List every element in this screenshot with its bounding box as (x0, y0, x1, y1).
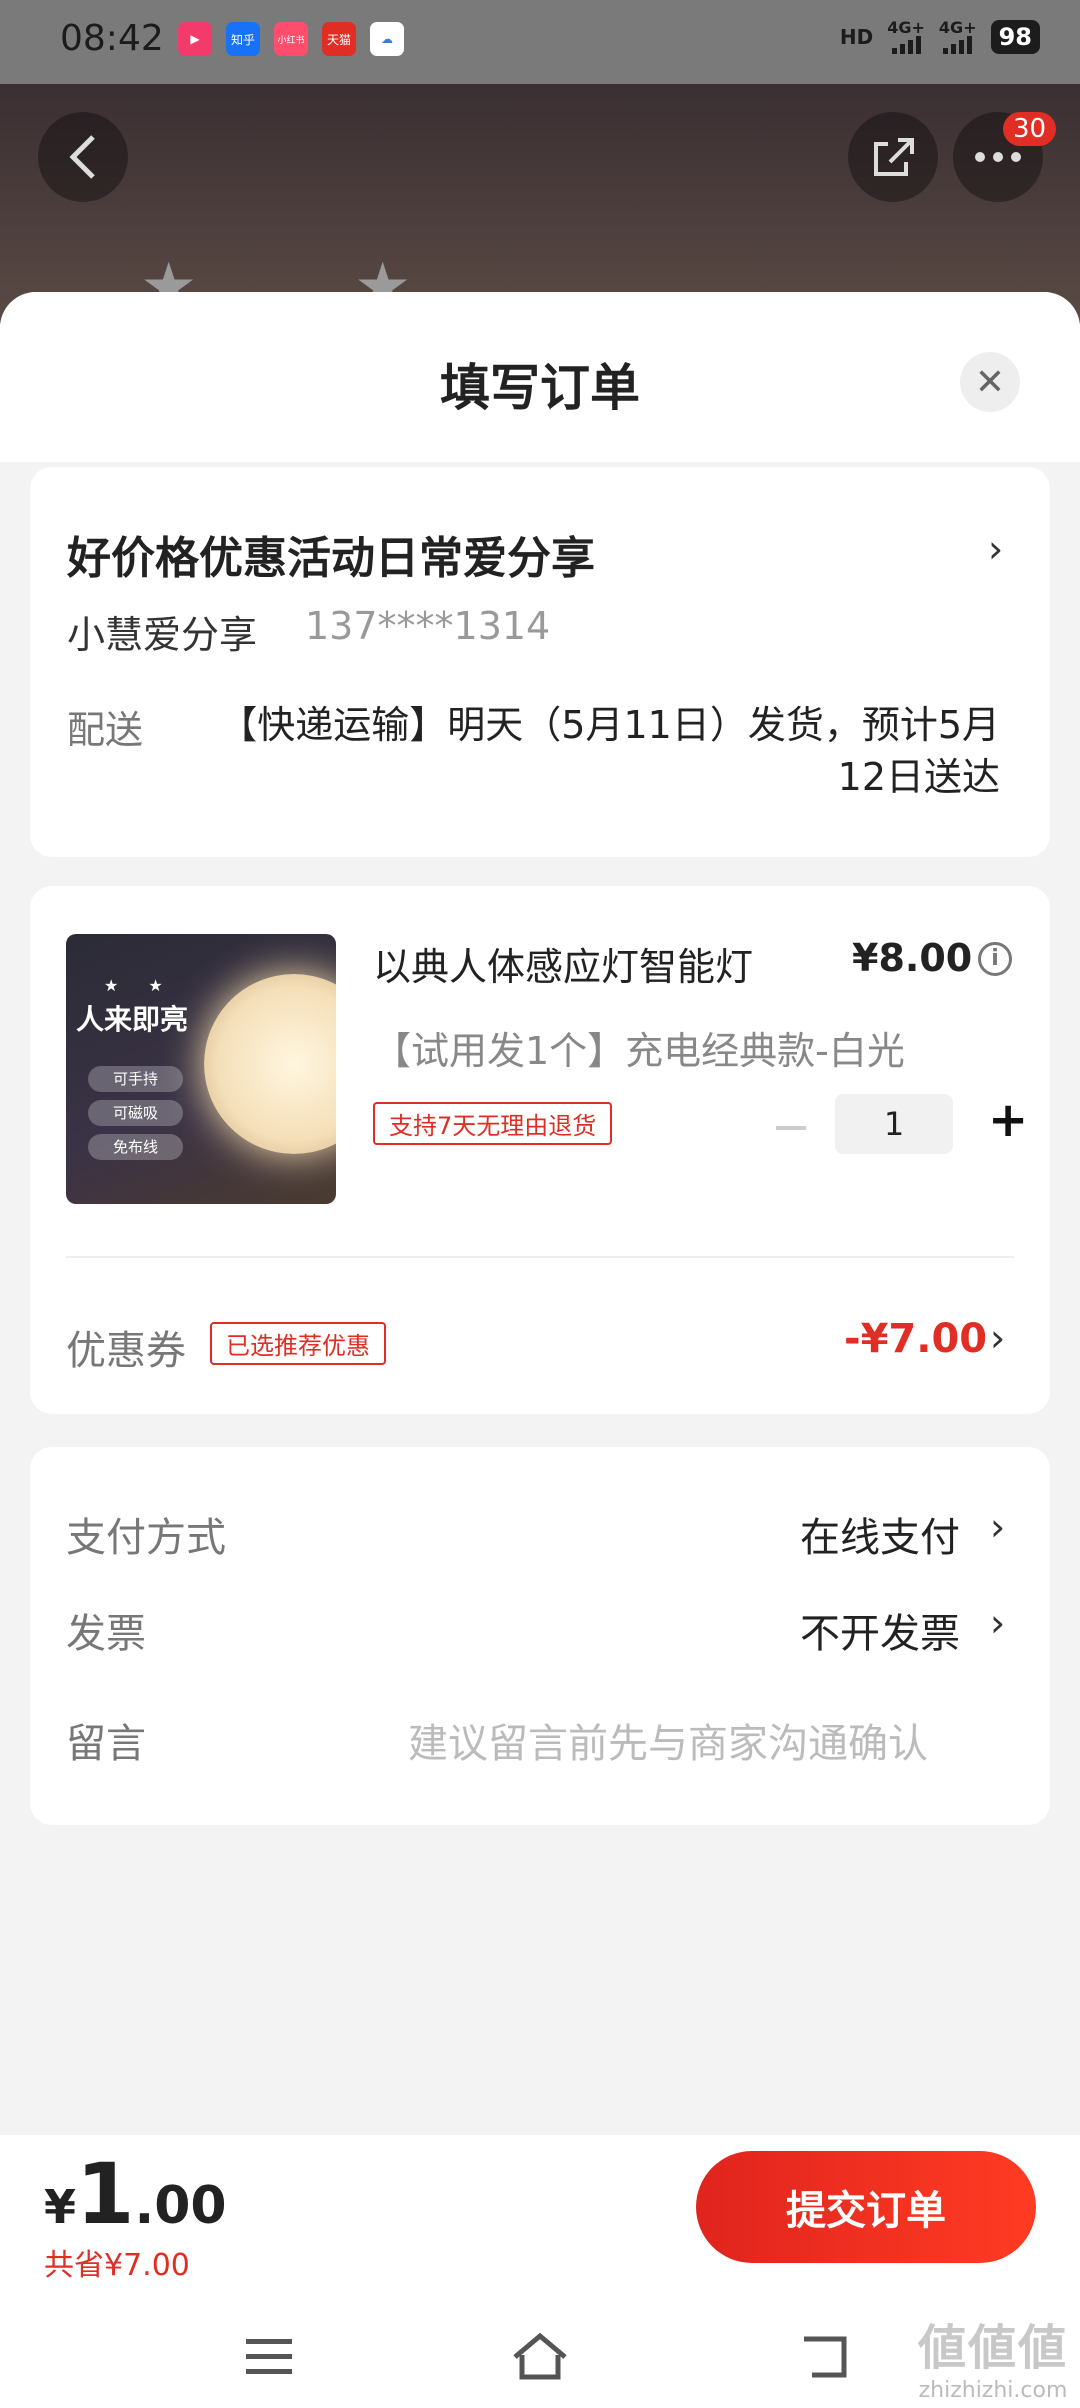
payment-card: 支付方式 在线支付 › 发票 不开发票 › 留言 建议留言前先与商家沟通确认 (30, 1447, 1050, 1825)
product-card: ★★ 人来即亮 可手持 可磁吸 免布线 以典人体感应灯智能灯 ¥8.00 i 【… (30, 886, 1050, 1414)
share-button[interactable] (848, 112, 938, 202)
product-spec[interactable]: 【试用发1个】充电经典款-白光 (373, 1020, 905, 1075)
tmall-icon: 天猫 (322, 22, 356, 56)
invoice-value[interactable]: 不开发票 (800, 1601, 960, 1659)
delivery-text: 【快递运输】明天（5月11日）发货，预计5月12日送达 (219, 703, 1000, 799)
chevron-right-icon: › (988, 527, 1004, 571)
checkout-bar: ¥1.00 共省¥7.00 提交订单 (0, 2135, 1080, 2315)
saved-amount: 共省¥7.00 (44, 2248, 190, 2283)
star-icon: ★★ (104, 976, 193, 995)
product-image-tag: 免布线 (88, 1134, 183, 1160)
product-price: ¥8.00 (852, 936, 973, 980)
cloud-app-icon: ☁ (370, 22, 404, 56)
lamp-image (204, 974, 336, 1154)
recipient-phone: 137****1314 (305, 604, 551, 648)
coupon-value[interactable]: -¥7.00 (844, 1316, 987, 1362)
xiaohongshu-icon: 小红书 (274, 22, 308, 56)
address-name: 好价格优惠活动日常爱分享 (67, 533, 595, 584)
info-icon[interactable]: i (978, 942, 1012, 976)
coupon-tag: 已选推荐优惠 (210, 1322, 386, 1365)
hd-icon: HD (839, 25, 874, 49)
sheet-title: 填写订单 (440, 359, 640, 417)
delivery-label: 配送 (67, 708, 144, 752)
payment-method-value[interactable]: 在线支付 (800, 1505, 960, 1563)
return-policy-tag: 支持7天无理由退货 (373, 1102, 613, 1145)
message-count-badge: 30 (1003, 112, 1057, 146)
message-label: 留言 (66, 1721, 146, 1767)
message-input[interactable]: 建议留言前先与商家沟通确认 (408, 1711, 928, 1769)
back-button[interactable] (38, 112, 128, 202)
status-time: 08:42 (60, 18, 164, 59)
status-indicators: HD 4G+ 4G+ 98 (840, 20, 1040, 54)
status-bar: 08:42 ▶ 知乎 小红书 天猫 ☁ HD 4G+ 4G+ 98 (0, 0, 1080, 84)
sheet-header: 填写订单 ✕ (0, 292, 1080, 462)
more-icon (975, 152, 1021, 162)
back-nav-icon[interactable] (800, 2331, 850, 2383)
signal-2-icon: 4G+ (939, 20, 977, 54)
quantity-increase-button[interactable]: + (988, 1092, 1028, 1148)
product-title[interactable]: 以典人体感应灯智能灯 (373, 936, 813, 991)
payment-method-label: 支付方式 (66, 1515, 226, 1561)
coupon-label: 优惠券 (66, 1328, 186, 1374)
notification-icons: ▶ 知乎 小红书 天猫 ☁ (178, 22, 404, 56)
video-app-icon: ▶ (178, 22, 212, 56)
close-button[interactable]: ✕ (960, 352, 1020, 412)
invoice-label: 发票 (66, 1611, 146, 1657)
signal-1-icon: 4G+ (887, 20, 925, 54)
zhihu-icon: 知乎 (226, 22, 260, 56)
quantity-decrease-button[interactable] (776, 1126, 806, 1130)
watermark: 値値値 zhizhizhi.com (917, 2320, 1068, 2403)
share-icon (874, 138, 914, 176)
chevron-right-icon[interactable]: › (990, 1316, 1005, 1360)
quantity-field[interactable]: 1 (835, 1094, 953, 1154)
product-image-tag: 可手持 (88, 1066, 183, 1092)
chevron-left-icon (69, 135, 95, 179)
divider (66, 1256, 1014, 1258)
address-card[interactable]: 好价格优惠活动日常爱分享 › 小慧爱分享 137****1314 配送 【快递运… (30, 467, 1050, 857)
chevron-right-icon[interactable]: › (990, 1505, 1005, 1549)
battery-icon: 98 (990, 20, 1040, 54)
product-image-slogan: 人来即亮 (76, 1003, 189, 1036)
menu-icon[interactable] (244, 2335, 294, 2379)
submit-order-button[interactable]: 提交订单 (696, 2151, 1036, 2263)
close-icon: ✕ (974, 361, 1006, 403)
total-price: ¥1.00 (44, 2145, 227, 2243)
product-image: ★★ 人来即亮 可手持 可磁吸 免布线 (66, 934, 336, 1204)
home-icon[interactable] (510, 2331, 570, 2383)
chevron-right-icon[interactable]: › (990, 1601, 1005, 1645)
product-image-tag: 可磁吸 (88, 1100, 183, 1126)
order-sheet: 填写订单 ✕ 好价格优惠活动日常爱分享 › 小慧爱分享 137****1314 … (0, 292, 1080, 2135)
recipient-name: 小慧爱分享 (67, 613, 258, 657)
